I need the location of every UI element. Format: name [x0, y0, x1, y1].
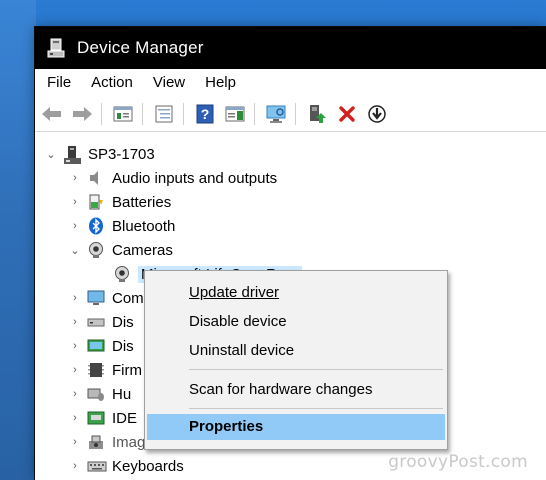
menu-bar: File Action View Help — [35, 69, 546, 97]
tree-item-hid[interactable]: › Hu — [69, 382, 131, 406]
chevron-right-icon[interactable]: › — [69, 316, 81, 328]
context-properties-label: Properties — [189, 418, 264, 435]
back-icon[interactable] — [39, 101, 65, 127]
tree-item-disk[interactable]: › Dis — [69, 310, 134, 334]
toolbar: ? — [35, 97, 546, 132]
disk-icon — [87, 313, 105, 331]
webcam-icon — [113, 265, 131, 283]
ide-icon — [87, 409, 105, 427]
keyboard-icon — [87, 457, 107, 475]
tree-root-label: SP3-1703 — [88, 145, 155, 163]
context-disable-device-label: Disable device — [189, 313, 287, 330]
context-menu: Update driver Disable device Uninstall d… — [144, 270, 448, 450]
speaker-icon — [87, 169, 105, 187]
chevron-right-icon[interactable]: › — [69, 436, 81, 448]
chevron-right-icon[interactable]: › — [69, 292, 81, 304]
disable-device-icon[interactable] — [364, 101, 390, 127]
menu-file[interactable]: File — [35, 69, 81, 97]
help-icon[interactable]: ? — [192, 101, 218, 127]
desktop-light-ray — [0, 0, 36, 480]
chevron-right-icon[interactable]: › — [69, 412, 81, 424]
tree-item-label: Dis — [112, 337, 134, 355]
tree-item-display[interactable]: › Dis — [69, 334, 134, 358]
context-properties[interactable]: Properties — [147, 414, 445, 440]
context-disable-device[interactable]: Disable device — [147, 309, 445, 335]
title-bar[interactable]: Device Manager — [35, 27, 546, 69]
context-separator — [189, 408, 443, 409]
hid-icon — [87, 385, 105, 403]
context-separator — [189, 369, 443, 370]
menu-action[interactable]: Action — [81, 69, 143, 97]
tree-item-batteries[interactable]: › Batteries — [69, 190, 171, 214]
toolbar-separator — [101, 103, 102, 125]
toggle-pane-icon[interactable] — [222, 101, 248, 127]
computer-tower-icon — [63, 145, 81, 164]
toolbar-separator — [295, 103, 296, 125]
context-update-driver[interactable]: Update driver — [147, 280, 445, 306]
imaging-icon — [87, 433, 105, 451]
tree-root[interactable]: ⌄ SP3-1703 — [45, 142, 155, 166]
tree-item-label: Com — [112, 289, 144, 307]
chevron-right-icon[interactable]: › — [69, 460, 81, 472]
computer-icon — [87, 289, 105, 307]
scan-hardware-icon[interactable] — [263, 101, 289, 127]
toolbar-separator — [254, 103, 255, 125]
bluetooth-icon — [87, 217, 105, 235]
tree-item-label: Audio inputs and outputs — [112, 169, 278, 187]
camera-icon — [87, 241, 105, 259]
firmware-icon — [87, 361, 105, 379]
tree-item-label: IDE — [112, 409, 138, 427]
properties-icon[interactable] — [110, 101, 136, 127]
context-update-driver-label: Update driver — [189, 284, 280, 301]
chevron-right-icon[interactable]: › — [69, 220, 81, 232]
menu-help[interactable]: Help — [195, 69, 246, 97]
uninstall-icon[interactable] — [334, 101, 360, 127]
tree-item-audio[interactable]: › Audio inputs and outputs — [69, 166, 277, 190]
context-uninstall-device-label: Uninstall device — [189, 342, 295, 359]
tree-item-computer[interactable]: › Com — [69, 286, 144, 310]
svg-text:?: ? — [201, 106, 210, 122]
menu-view[interactable]: View — [143, 69, 195, 97]
tree-item-label: Bluetooth — [112, 217, 176, 235]
context-uninstall-device[interactable]: Uninstall device — [147, 338, 445, 364]
tree-item-cameras[interactable]: ⌄ Cameras — [69, 238, 173, 262]
chevron-down-icon[interactable]: ⌄ — [69, 244, 81, 257]
tree-item-label: Firm — [112, 361, 142, 379]
context-scan-hardware[interactable]: Scan for hardware changes — [147, 377, 445, 403]
tree-item-ide[interactable]: › IDE — [69, 406, 137, 430]
context-scan-hardware-label: Scan for hardware changes — [189, 381, 373, 398]
watermark: groovyPost.com — [388, 452, 528, 472]
tree-item-label: Keyboards — [112, 457, 184, 475]
chevron-right-icon[interactable]: › — [69, 340, 81, 352]
forward-icon[interactable] — [69, 101, 95, 127]
chevron-right-icon[interactable]: › — [69, 172, 81, 184]
battery-icon — [87, 193, 105, 211]
chevron-right-icon[interactable]: › — [69, 196, 81, 208]
device-manager-app-icon — [45, 37, 67, 59]
tree-item-keyboards[interactable]: › Keyboards — [69, 454, 184, 478]
tree-item-label: Hu — [112, 385, 132, 403]
tree-item-firmware[interactable]: › Firm — [69, 358, 142, 382]
window-title: Device Manager — [77, 38, 204, 57]
chevron-down-icon[interactable]: ⌄ — [45, 148, 57, 161]
chevron-right-icon[interactable]: › — [69, 364, 81, 376]
tree-item-bluetooth[interactable]: › Bluetooth — [69, 214, 175, 238]
tree-item-label: Batteries — [112, 193, 172, 211]
toolbar-separator — [183, 103, 184, 125]
chevron-right-icon[interactable]: › — [69, 388, 81, 400]
update-driver-icon[interactable] — [304, 101, 330, 127]
display-icon — [87, 337, 105, 355]
tree-view-icon[interactable] — [151, 101, 177, 127]
toolbar-separator — [142, 103, 143, 125]
tree-item-label: Dis — [112, 313, 134, 331]
tree-item-label: Cameras — [112, 241, 173, 259]
